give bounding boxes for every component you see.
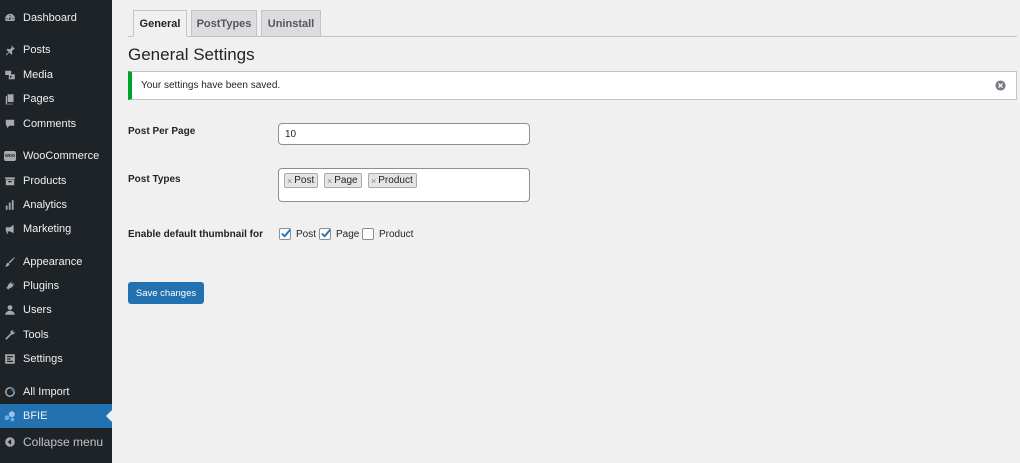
sidebar-item-analytics[interactable]: Analytics xyxy=(0,193,112,217)
sidebar-item-label: All Import xyxy=(23,386,70,398)
sidebar-item-label: Tools xyxy=(23,329,49,341)
dismiss-notice-button[interactable] xyxy=(995,80,1006,91)
sidebar-item-comments[interactable]: Comments xyxy=(0,112,112,136)
sidebar-item-label: Dashboard xyxy=(23,12,77,24)
sidebar-item-label: Users xyxy=(23,304,52,316)
sidebar-item-label: BFIE xyxy=(23,410,48,422)
bfie-icon xyxy=(4,410,16,422)
sidebar-item-label: Marketing xyxy=(23,223,72,235)
dashboard-icon xyxy=(4,12,16,24)
post-type-chip-product: × Product xyxy=(368,173,417,188)
posts-per-page-input[interactable] xyxy=(278,123,530,145)
remove-chip-icon[interactable]: × xyxy=(371,176,376,186)
sidebar-item-label: Posts xyxy=(23,44,51,56)
checkmark-icon xyxy=(321,229,331,238)
post-types-multiselect[interactable]: × Post × Page × Product xyxy=(278,168,530,202)
woocommerce-icon: woo xyxy=(4,151,16,161)
sidebar-item-appearance[interactable]: Appearance xyxy=(0,250,112,274)
close-icon xyxy=(995,80,1006,91)
thumbnail-post-checkbox[interactable] xyxy=(279,228,291,240)
user-icon xyxy=(4,304,16,316)
import-icon xyxy=(4,386,16,398)
sidebar-item-products[interactable]: Products xyxy=(0,169,112,193)
collapse-icon xyxy=(4,436,16,448)
thumbnail-product-checkbox[interactable] xyxy=(362,228,374,240)
notice-text: Your settings have been saved. xyxy=(141,80,281,91)
sidebar-item-all-import[interactable]: All Import xyxy=(0,380,112,404)
sidebar-item-woocommerce[interactable]: woo WooCommerce xyxy=(0,144,112,168)
sidebar-item-posts[interactable]: Posts xyxy=(0,38,112,62)
remove-chip-icon[interactable]: × xyxy=(287,176,292,186)
success-notice: Your settings have been saved. xyxy=(128,71,1017,100)
media-icon xyxy=(4,69,16,81)
sidebar-item-plugins[interactable]: Plugins xyxy=(0,274,112,298)
post-type-chip-post: × Post xyxy=(284,173,319,188)
tab-general[interactable]: General xyxy=(133,10,187,37)
settings-icon xyxy=(4,353,16,365)
brush-icon xyxy=(4,256,16,268)
megaphone-icon xyxy=(4,223,16,235)
post-types-label: Post Types xyxy=(128,174,181,185)
posts-per-page-label: Post Per Page xyxy=(128,126,196,137)
page-title: General Settings xyxy=(128,45,255,64)
sidebar-item-label: Settings xyxy=(23,353,63,365)
sidebar-item-dashboard[interactable]: Dashboard xyxy=(0,6,112,30)
checkmark-icon xyxy=(281,229,291,238)
collapse-menu-button[interactable]: Collapse menu xyxy=(0,430,112,454)
pin-icon xyxy=(4,44,16,56)
sidebar-item-label: WooCommerce xyxy=(23,150,100,162)
sidebar-item-label: Appearance xyxy=(23,256,83,268)
remove-chip-icon[interactable]: × xyxy=(327,176,332,186)
sidebar-item-marketing[interactable]: Marketing xyxy=(0,217,112,241)
save-changes-button[interactable]: Save changes xyxy=(128,282,204,304)
sidebar-item-label: Plugins xyxy=(23,280,60,292)
tab-posttypes[interactable]: PostTypes xyxy=(191,10,257,37)
admin-sidebar: Dashboard Posts Media Pages Comments woo… xyxy=(0,0,112,463)
sidebar-item-label: Pages xyxy=(23,93,55,105)
sidebar-item-label: Media xyxy=(23,69,53,81)
collapse-menu-label: Collapse menu xyxy=(23,435,104,449)
sidebar-item-settings[interactable]: Settings xyxy=(0,347,112,371)
bar-chart-icon xyxy=(4,199,16,211)
wrench-icon xyxy=(4,329,16,341)
sidebar-item-tools[interactable]: Tools xyxy=(0,323,112,347)
thumbnail-product-label: Product xyxy=(379,229,414,240)
comment-icon xyxy=(4,118,16,130)
sidebar-item-label: Comments xyxy=(23,118,77,130)
post-type-chip-page: × Page xyxy=(324,173,362,188)
sidebar-item-users[interactable]: Users xyxy=(0,298,112,322)
thumbnail-post-label: Post xyxy=(296,229,317,240)
thumbnail-page-label: Page xyxy=(336,229,360,240)
sidebar-item-pages[interactable]: Pages xyxy=(0,87,112,111)
plug-icon xyxy=(4,280,16,292)
sidebar-item-media[interactable]: Media xyxy=(0,63,112,87)
archive-icon xyxy=(4,175,16,187)
pages-icon xyxy=(4,93,16,105)
sidebar-item-label: Analytics xyxy=(23,199,68,211)
thumbnail-label: Enable default thumbnail for xyxy=(128,229,264,240)
sidebar-item-label: Products xyxy=(23,175,67,187)
sidebar-item-bfie[interactable]: BFIE xyxy=(0,404,112,428)
thumbnail-page-checkbox[interactable] xyxy=(319,228,331,240)
tab-uninstall[interactable]: Uninstall xyxy=(261,10,321,37)
